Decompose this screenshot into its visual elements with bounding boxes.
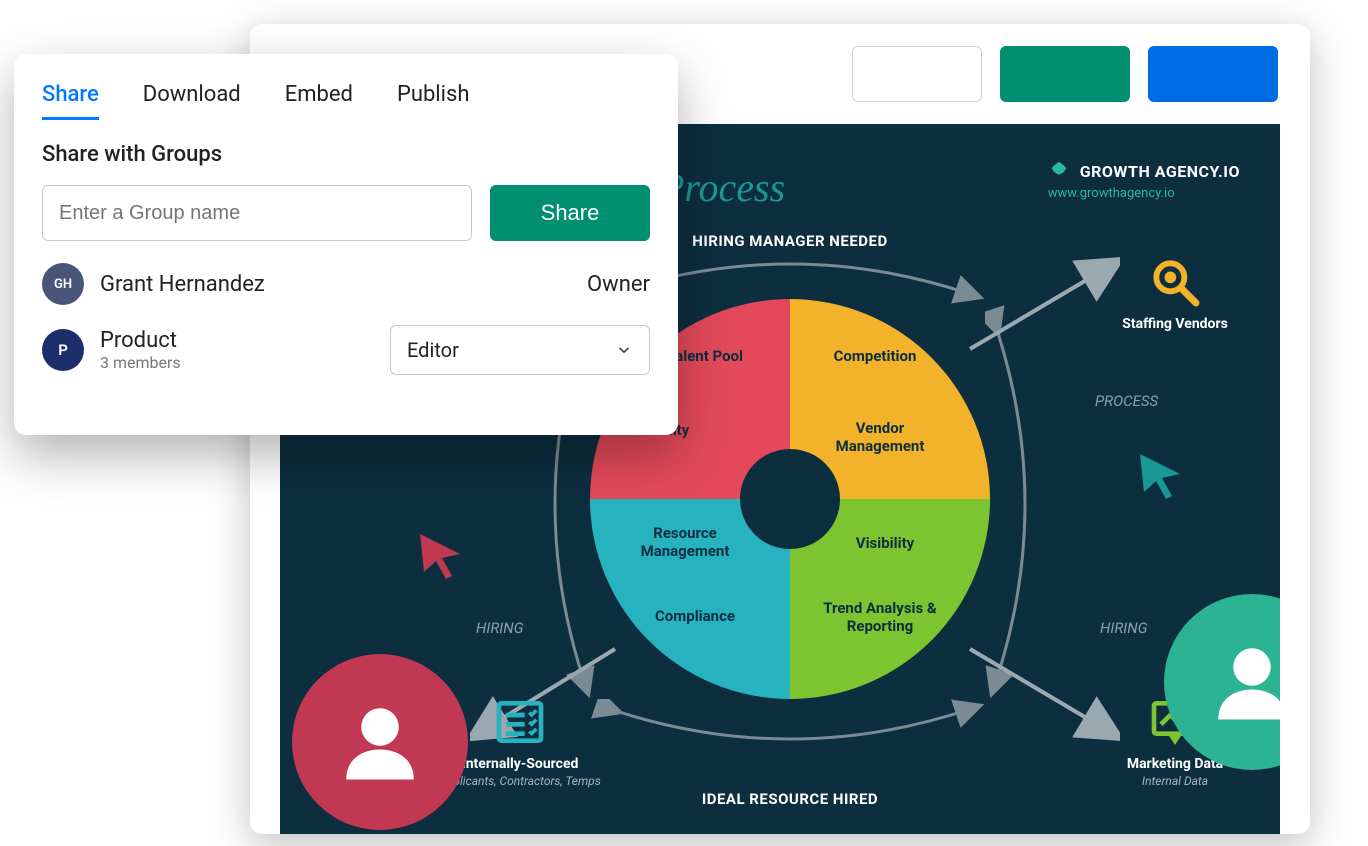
avatar-p: P xyxy=(42,329,84,371)
wheel-br1: Visibility xyxy=(835,534,935,552)
share-modal: Share Download Embed Publish Share with … xyxy=(14,54,678,435)
wheel-bl2: Compliance xyxy=(640,607,750,625)
internally-sourced-sub: Applicants, Contractors, Temps xyxy=(439,774,600,788)
modal-tabs: Share Download Embed Publish xyxy=(42,72,650,120)
wheel-tr2: Vendor Management xyxy=(820,419,940,455)
share-button[interactable]: Share xyxy=(490,185,650,241)
arrow-tr xyxy=(960,254,1120,364)
agency-logo: GROWTH AGENCY.IO www.growthagency.io xyxy=(1048,160,1240,201)
share-section-title: Share with Groups xyxy=(42,142,650,167)
group-name-input[interactable] xyxy=(42,185,472,241)
wheel-bl1: Resource Management xyxy=(620,524,750,560)
process-label: PROCESS xyxy=(1095,392,1158,410)
marketing-data-sub: Internal Data xyxy=(1142,774,1208,788)
magnifier-icon xyxy=(1147,254,1203,310)
role-select-value: Editor xyxy=(407,338,459,362)
staffing-vendors-block: Staffing Vendors xyxy=(1110,254,1240,332)
agency-icon xyxy=(1048,160,1070,186)
tab-embed[interactable]: Embed xyxy=(285,72,353,120)
wheel-tr1: Competition xyxy=(820,347,930,365)
member-row-group: P Product 3 members Editor xyxy=(42,325,650,375)
toolbar-button-blue[interactable] xyxy=(1148,46,1278,102)
arrow-br xyxy=(960,634,1120,744)
bottom-label: IDEAL RESOURCE HIRED xyxy=(670,790,910,808)
share-input-row: Share xyxy=(42,185,650,241)
cursor-red-icon xyxy=(410,524,470,584)
toolbar-button-teal[interactable] xyxy=(1000,46,1130,102)
avatar-gh: GH xyxy=(42,263,84,305)
canvas-title: Process xyxy=(660,164,785,211)
arc-bottom xyxy=(580,699,1000,759)
member-name-owner: Grant Hernandez xyxy=(100,272,265,297)
chevron-down-icon xyxy=(615,341,633,359)
internally-sourced-label: Internally-Sourced xyxy=(462,756,579,772)
role-select[interactable]: Editor xyxy=(390,325,650,375)
member-sub-group: 3 members xyxy=(100,353,181,372)
member-name-group: Product xyxy=(100,328,181,353)
wheel-br2: Trend Analysis & Reporting xyxy=(815,599,945,635)
cursor-teal-icon xyxy=(1130,444,1190,504)
person-icon xyxy=(1207,637,1280,727)
member-row-owner: GH Grant Hernandez Owner xyxy=(42,263,650,305)
agency-name: GROWTH AGENCY.IO xyxy=(1080,162,1240,181)
tab-share[interactable]: Share xyxy=(42,72,99,120)
top-label: HIRING MANAGER NEEDED xyxy=(670,232,910,250)
toolbar-button-outline[interactable] xyxy=(852,46,982,102)
tab-publish[interactable]: Publish xyxy=(397,72,470,120)
person-icon xyxy=(335,697,425,787)
agency-url: www.growthagency.io xyxy=(1048,186,1240,201)
checklist-icon xyxy=(492,694,548,750)
staffing-vendors-label: Staffing Vendors xyxy=(1122,316,1228,332)
collaborator-avatar-red xyxy=(292,654,468,830)
owner-role-label: Owner xyxy=(587,272,650,297)
tab-download[interactable]: Download xyxy=(143,72,241,120)
